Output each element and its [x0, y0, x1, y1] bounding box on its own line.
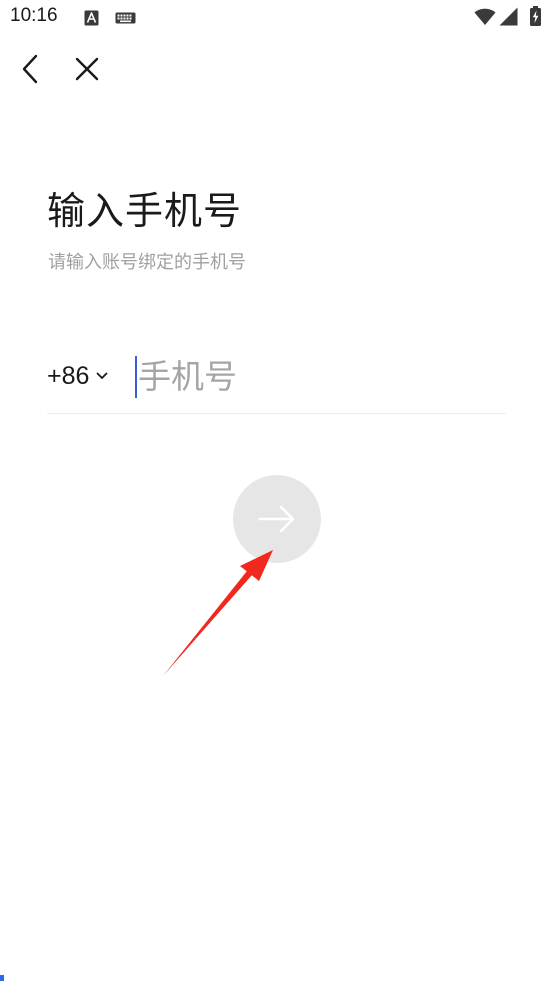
chevron-down-icon — [97, 372, 108, 379]
battery-charging-icon — [530, 6, 541, 26]
wifi-icon — [474, 8, 496, 25]
country-code-selector[interactable]: +86 — [47, 356, 108, 396]
phone-login-screen: 10:16 输入手机号 请输入账号绑定的手机号 +86 手机号 — [0, 0, 553, 984]
status-bar: 10:16 — [0, 0, 553, 38]
text-input-icon — [84, 10, 99, 26]
corner-mark — [0, 975, 4, 981]
page-subtitle: 请输入账号绑定的手机号 — [48, 252, 246, 273]
back-button[interactable] — [12, 50, 52, 90]
arrow-right-icon — [258, 505, 295, 533]
phone-number-input[interactable] — [134, 352, 508, 400]
close-icon — [75, 57, 99, 81]
input-divider — [47, 413, 506, 414]
keyboard-icon — [115, 12, 136, 24]
text-caret — [135, 356, 137, 398]
signal-icon — [499, 7, 518, 26]
next-button[interactable] — [233, 475, 321, 563]
close-button[interactable] — [67, 50, 107, 90]
chevron-left-icon — [22, 54, 38, 84]
country-code: +86 — [47, 361, 90, 390]
page-title: 输入手机号 — [47, 189, 243, 233]
status-time: 10:16 — [10, 5, 58, 26]
